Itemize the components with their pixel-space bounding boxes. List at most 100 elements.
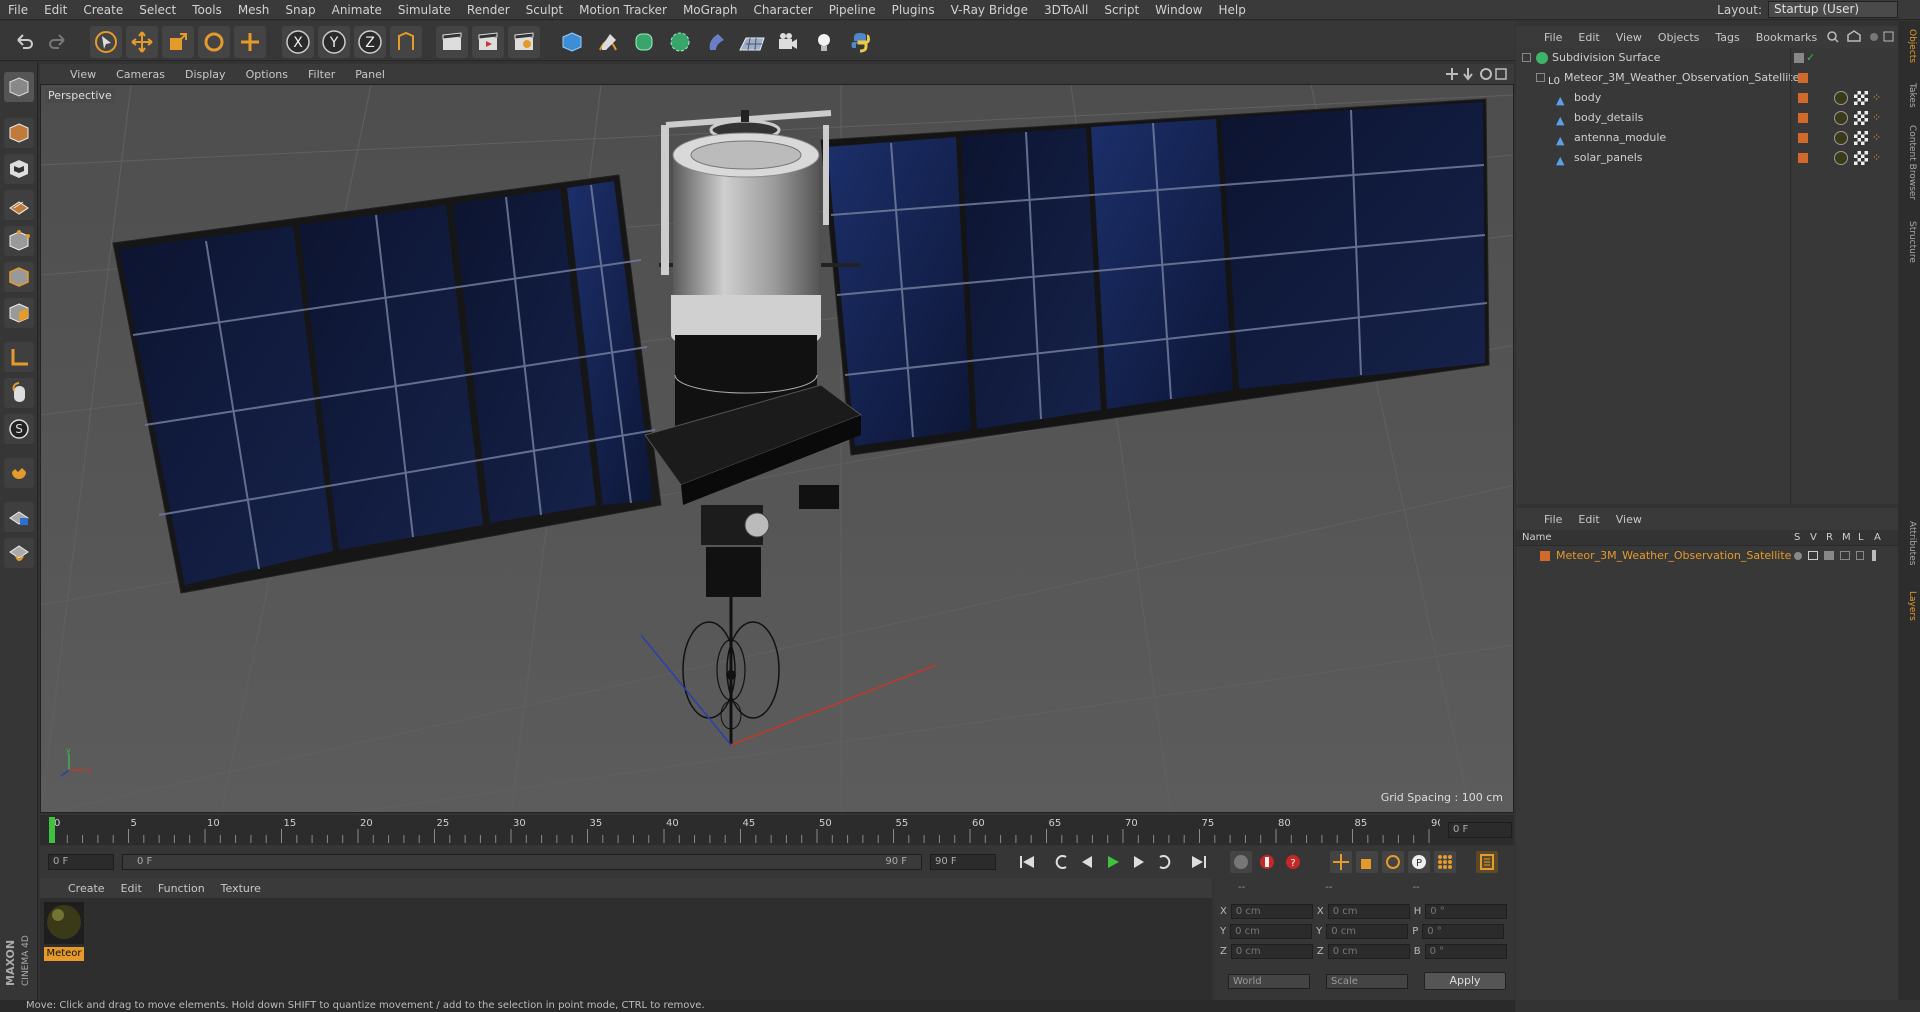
pos-x-input[interactable]: 0 cm xyxy=(1230,904,1313,919)
start-frame-field[interactable]: 0 F xyxy=(48,854,114,870)
python-button[interactable] xyxy=(844,26,876,58)
viewport-menu-options[interactable]: Options xyxy=(236,68,298,81)
model-mode-button[interactable] xyxy=(4,118,34,148)
live-selection-button[interactable] xyxy=(234,26,266,58)
floor-button[interactable] xyxy=(736,26,768,58)
keyframe-selection-button[interactable]: ? xyxy=(1282,851,1304,873)
menu-help[interactable]: Help xyxy=(1210,0,1253,20)
rot-p-input[interactable]: 0 ° xyxy=(1422,924,1505,939)
objects-menu-view[interactable]: View xyxy=(1608,31,1650,44)
tab-structure[interactable]: Structure xyxy=(1901,221,1917,263)
animation-toggle-icon[interactable] xyxy=(1872,550,1876,561)
texture-tag-icon[interactable] xyxy=(1854,151,1868,165)
object-row-body[interactable]: ▲ body ⁘ xyxy=(1516,88,1898,108)
object-row-solar-panels[interactable]: ▲ solar_panels ⁘ xyxy=(1516,148,1898,168)
rot-b-input[interactable]: 0 ° xyxy=(1424,944,1507,959)
redo-button[interactable] xyxy=(42,26,74,58)
viewport-menu-view[interactable]: View xyxy=(60,68,106,81)
render-settings-button[interactable] xyxy=(508,26,540,58)
menu-select[interactable]: Select xyxy=(131,0,184,20)
render-to-picture-viewer-button[interactable] xyxy=(472,26,504,58)
layers-menu-view[interactable]: View xyxy=(1608,513,1650,526)
3d-viewport[interactable]: y x Perspective Grid Spacing : 100 cm xyxy=(40,84,1514,813)
current-frame-display[interactable]: 0 F xyxy=(1448,822,1512,838)
prev-frame-button[interactable] xyxy=(1076,851,1098,873)
viewport-scene[interactable]: y x xyxy=(41,85,1514,813)
viewport-menu-panel[interactable]: Panel xyxy=(345,68,395,81)
points-mode-button[interactable] xyxy=(4,226,34,256)
material-swatch-meteor[interactable]: Meteor xyxy=(44,902,84,961)
camera-button[interactable] xyxy=(772,26,804,58)
menu-animate[interactable]: Animate xyxy=(324,0,390,20)
x-axis-lock-button[interactable]: X xyxy=(282,26,314,58)
rot-h-input[interactable]: 0 ° xyxy=(1425,904,1508,919)
record-active-button[interactable] xyxy=(1230,851,1252,873)
next-frame-button[interactable] xyxy=(1128,851,1150,873)
menu-mograph[interactable]: MoGraph xyxy=(675,0,746,20)
snapping-button[interactable]: S xyxy=(4,414,34,444)
texture-tag-icon[interactable] xyxy=(1854,131,1868,145)
menu-file[interactable]: File xyxy=(0,0,36,20)
object-manager-tools[interactable] xyxy=(1824,29,1894,45)
prev-key-button[interactable] xyxy=(1050,851,1072,873)
objects-menu-objects[interactable]: Objects xyxy=(1650,31,1708,44)
layer-row[interactable]: Meteor_3M_Weather_Observation_Satellite xyxy=(1516,546,1898,566)
end-frame-field[interactable]: 90 F xyxy=(930,854,996,870)
menu-3dtoall[interactable]: 3DToAll xyxy=(1036,0,1096,20)
menu-tools[interactable]: Tools xyxy=(184,0,230,20)
enabled-check-icon[interactable]: ✓ xyxy=(1806,48,1815,68)
deformer-button[interactable] xyxy=(700,26,732,58)
light-button[interactable] xyxy=(808,26,840,58)
tab-layers[interactable]: Layers xyxy=(1901,591,1917,621)
play-button[interactable] xyxy=(1102,851,1124,873)
cube-object-button[interactable] xyxy=(556,26,588,58)
playhead[interactable] xyxy=(49,817,55,843)
menu-edit[interactable]: Edit xyxy=(36,0,75,20)
grid-lock-button[interactable] xyxy=(4,502,34,532)
tab-attributes[interactable]: Attributes xyxy=(1901,521,1917,565)
objects-menu-tags[interactable]: Tags xyxy=(1707,31,1747,44)
goto-end-button[interactable] xyxy=(1188,851,1210,873)
solo-toggle-icon[interactable] xyxy=(1794,552,1802,560)
object-row-subdivision[interactable]: Subdivision Surface ✓ xyxy=(1516,48,1898,68)
rotate-tool-button[interactable] xyxy=(198,26,230,58)
material-tag-icon[interactable] xyxy=(1834,91,1848,105)
visibility-dots-icon[interactable] xyxy=(1794,53,1804,63)
subdivision-surface-button[interactable] xyxy=(628,26,660,58)
phong-tag-icon[interactable]: ⁘ xyxy=(1872,148,1881,168)
phong-tag-icon[interactable]: ⁘ xyxy=(1872,108,1881,128)
menu-pipeline[interactable]: Pipeline xyxy=(821,0,884,20)
apply-button[interactable]: Apply xyxy=(1424,972,1506,990)
texture-tag-icon[interactable] xyxy=(1854,111,1868,125)
menu-mesh[interactable]: Mesh xyxy=(230,0,278,20)
undo-button[interactable] xyxy=(8,26,40,58)
tweak-mode-button[interactable] xyxy=(4,378,34,408)
texture-tag-icon[interactable] xyxy=(1854,91,1868,105)
layout-dropdown[interactable]: Startup (User) xyxy=(1768,1,1898,18)
material-tag-icon[interactable] xyxy=(1834,151,1848,165)
preview-range-slider[interactable]: 0 F 90 F xyxy=(122,854,922,870)
menu-simulate[interactable]: Simulate xyxy=(390,0,459,20)
key-pla-button[interactable] xyxy=(1434,851,1456,873)
material-menu-edit[interactable]: Edit xyxy=(113,882,150,895)
menu-plugins[interactable]: Plugins xyxy=(884,0,943,20)
key-rotation-button[interactable] xyxy=(1382,851,1404,873)
phong-tag-icon[interactable]: ⁘ xyxy=(1872,88,1881,108)
view-toggle-icon[interactable] xyxy=(1808,551,1818,560)
layers-menu-edit[interactable]: Edit xyxy=(1570,513,1607,526)
tab-takes[interactable]: Takes xyxy=(1901,83,1917,108)
collapse-toggle-icon[interactable] xyxy=(1522,53,1531,62)
material-menu-function[interactable]: Function xyxy=(150,882,213,895)
y-axis-lock-button[interactable]: Y xyxy=(318,26,350,58)
coordinate-system-button[interactable] xyxy=(390,26,422,58)
menu-render[interactable]: Render xyxy=(459,0,518,20)
size-x-input[interactable]: 0 cm xyxy=(1327,904,1410,919)
key-position-button[interactable] xyxy=(1330,851,1352,873)
viewport-nav-icons[interactable] xyxy=(1446,66,1508,82)
layers-menu-file[interactable]: File xyxy=(1536,513,1570,526)
pos-y-input[interactable]: 0 cm xyxy=(1230,924,1313,939)
timeline-window-button[interactable] xyxy=(1476,851,1498,873)
menu-character[interactable]: Character xyxy=(745,0,820,20)
objects-menu-edit[interactable]: Edit xyxy=(1570,31,1607,44)
material-menu-texture[interactable]: Texture xyxy=(213,882,269,895)
